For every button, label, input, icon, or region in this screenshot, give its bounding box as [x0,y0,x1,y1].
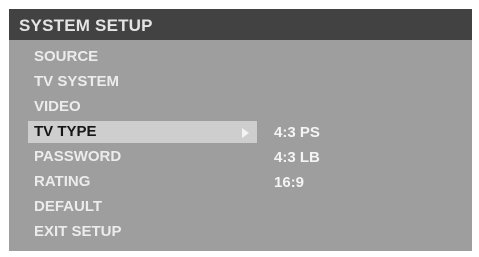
menu-item-tv-type[interactable]: TV TYPE [9,120,472,145]
option-label: 4:3 LB [274,149,320,166]
menu-item-video[interactable]: VIDEO [9,95,472,120]
menu-item-exit-setup[interactable]: EXIT SETUP [9,220,472,245]
menu-item-label: SOURCE [34,48,99,65]
menu-item-rating[interactable]: RATING [9,170,472,195]
menu-item-label: TV SYSTEM [34,73,120,90]
menu-item-tv-system[interactable]: TV SYSTEM [9,70,472,95]
option-label: 16:9 [274,174,305,191]
menu-item-label: EXIT SETUP [34,223,122,240]
menu-header: SYSTEM SETUP [9,9,472,40]
right-arrow-icon [242,128,249,138]
option-label: 4:3 PS [274,124,320,141]
menu-title: SYSTEM SETUP [19,16,153,35]
menu-item-source[interactable]: SOURCE [9,45,472,70]
menu-item-label: DEFAULT [34,198,103,215]
menu-item-label: VIDEO [34,98,81,115]
menu-item-label: PASSWORD [34,148,122,165]
menu-item-default[interactable]: DEFAULT [9,195,472,220]
menu-item-label: TV TYPE [34,123,97,140]
menu-item-label: RATING [34,173,91,190]
menu-list: SOURCE TV SYSTEM VIDEO TV TYPE PASSWORD … [9,45,472,245]
system-setup-menu: SYSTEM SETUP SOURCE TV SYSTEM VIDEO TV T… [9,9,472,251]
menu-item-password[interactable]: PASSWORD [9,145,472,170]
